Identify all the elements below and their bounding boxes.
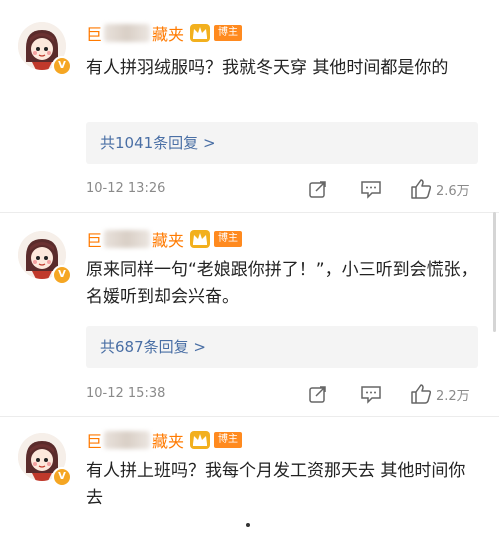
author-name-suffix: 藏夹 (152, 231, 185, 250)
like-button[interactable]: 2.6万 (410, 178, 470, 200)
crown-icon (190, 431, 211, 449)
scrollbar[interactable] (493, 212, 496, 332)
comment-text: 原来同样一句“老娘跟你拼了！”，小三听到会慌张，名媛听到却会兴奋。 (86, 260, 478, 307)
share-button[interactable] (308, 383, 328, 405)
like-button[interactable]: 2.2万 (410, 383, 470, 405)
share-icon (309, 181, 326, 198)
author-name[interactable]: 巨 藏夹 博主 (86, 429, 243, 451)
like-icon (411, 384, 432, 404)
author-name-suffix: 藏夹 (152, 432, 185, 451)
comment-icon (361, 386, 381, 404)
comment-button[interactable] (360, 178, 382, 200)
comment-button[interactable] (360, 383, 382, 405)
comment-meta: 10-12 15:38 2.2万 (86, 383, 481, 405)
comment-text: 有人拼羽绒服吗？我就冬天穿 其他时间都是你的 (86, 58, 449, 78)
comment-time: 10-12 15:38 (86, 386, 166, 401)
author-name-prefix: 巨 (86, 25, 103, 44)
author-badge: 博主 (214, 25, 243, 41)
comment-item: V 巨 藏夹 博主 有人拼羽绒服吗？我就冬天穿 其他时间都是你的 共1041条回… (0, 0, 499, 212)
author-name[interactable]: 巨 藏夹 博主 (86, 22, 243, 44)
page-indicator-dot (246, 523, 250, 527)
crown-icon (190, 230, 211, 248)
comment-icon (361, 181, 381, 199)
comment-meta: 10-12 13:26 2.6万 (86, 178, 481, 200)
share-icon (309, 386, 326, 403)
author-badge: 博主 (214, 432, 243, 448)
share-button[interactable] (308, 178, 328, 200)
verified-v-icon: V (52, 265, 72, 285)
comment-text: 有人拼上班吗？我每个月发工资那天去 其他时间你去 (86, 461, 466, 508)
author-name-prefix: 巨 (86, 231, 103, 250)
comment-item: V 巨 藏夹 博主 原来同样一句“老娘跟你拼了！”，小三听到会慌张，名媛听到却会… (0, 213, 499, 416)
redacted-name-blur (104, 24, 151, 42)
replies-link[interactable]: 共1041条回复 > (86, 122, 478, 164)
like-count: 2.2万 (436, 388, 470, 404)
author-badge: 博主 (214, 231, 243, 247)
author-name-prefix: 巨 (86, 432, 103, 451)
redacted-name-blur (104, 230, 151, 248)
redacted-name-blur (104, 431, 151, 449)
author-name[interactable]: 巨 藏夹 博主 (86, 228, 243, 250)
author-name-suffix: 藏夹 (152, 25, 185, 44)
verified-v-icon: V (52, 56, 72, 76)
replies-link[interactable]: 共687条回复 > (86, 326, 478, 368)
crown-icon (190, 24, 211, 42)
like-icon (411, 179, 432, 199)
verified-v-icon: V (52, 467, 72, 487)
comment-item: V 巨 藏夹 博主 有人拼上班吗？我每个月发工资那天去 其他时间你去 (0, 417, 499, 533)
like-count: 2.6万 (436, 183, 470, 199)
comment-time: 10-12 13:26 (86, 181, 166, 196)
